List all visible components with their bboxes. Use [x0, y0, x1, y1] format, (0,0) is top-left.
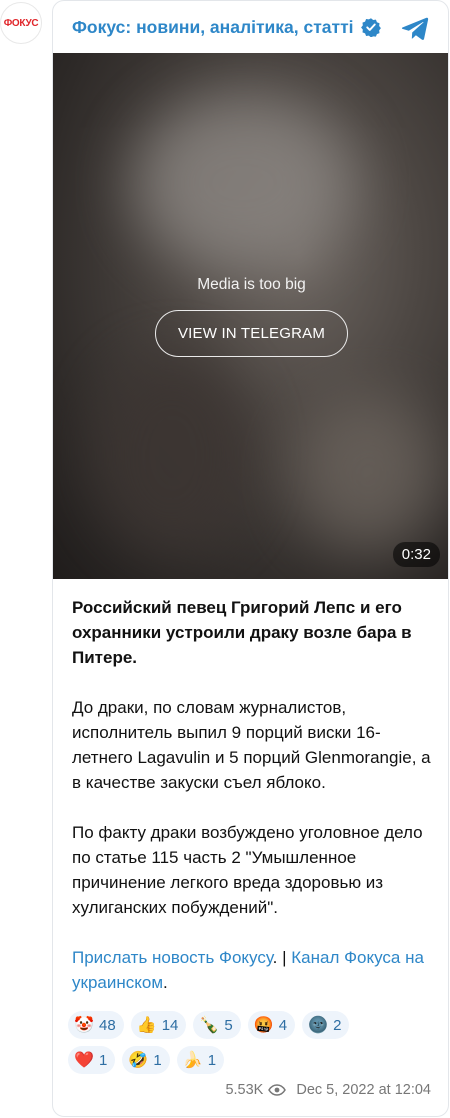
media-too-big-note: Media is too big — [197, 276, 306, 293]
post-headline: Российский певец Григорий Лепс и его охр… — [72, 598, 412, 667]
view-in-telegram-button[interactable]: VIEW IN TELEGRAM — [155, 310, 348, 357]
reactions-row: 🤡 48 👍 14 🍾 5 🤬 4 🌚 2 — [68, 1011, 438, 1039]
reaction-count: 4 — [278, 1016, 288, 1034]
reaction-rofl[interactable]: 🤣 1 — [122, 1046, 170, 1074]
reaction-count: 14 — [161, 1016, 179, 1034]
blurred-background-shade — [93, 353, 253, 553]
post-header: Фокус: новини, аналітика, статті — [53, 1, 448, 53]
channel-link-prefix: Канал — [291, 948, 345, 967]
reaction-count: 48 — [99, 1016, 116, 1034]
post-links: Прислать новость Фокусу. | Канал Фокуса … — [72, 945, 437, 995]
thumbs-up-emoji-icon: 👍 — [136, 1017, 157, 1034]
reaction-champagne[interactable]: 🍾 5 — [193, 1011, 241, 1039]
reaction-new-moon[interactable]: 🌚 2 — [302, 1011, 350, 1039]
post-footer: 5.53K Dec 5, 2022 at 12:04 — [225, 1082, 431, 1098]
telegram-icon[interactable] — [400, 13, 430, 43]
reaction-count: 1 — [99, 1051, 108, 1069]
send-news-link-text: Прислать новость — [72, 948, 220, 967]
channel-avatar[interactable]: ФОКУС — [0, 2, 42, 44]
verified-badge-icon — [360, 18, 381, 37]
post-text: Российский певец Григорий Лепс и его охр… — [72, 595, 437, 995]
links-end: . — [163, 973, 168, 992]
post-date-link[interactable]: Dec 5, 2022 at 12:04 — [296, 1082, 431, 1098]
blurred-background-highlight — [293, 393, 443, 553]
reactions-bar: 🤡 48 👍 14 🍾 5 🤬 4 🌚 2 ❤️ 1 🤣 1 🍌 1 — [68, 1011, 438, 1081]
blurred-background — [133, 93, 353, 273]
reactions-row: ❤️ 1 🤣 1 🍌 1 — [68, 1046, 438, 1074]
new-moon-face-emoji-icon: 🌚 — [308, 1017, 329, 1034]
reaction-count: 1 — [207, 1051, 217, 1069]
post-paragraph: До драки, по словам журналистов, исполни… — [72, 698, 431, 792]
reaction-thumbs-up[interactable]: 👍 14 — [130, 1011, 187, 1039]
heart-emoji-icon: ❤️ — [74, 1052, 94, 1069]
angry-face-emoji-icon: 🤬 — [253, 1017, 274, 1034]
eye-icon — [268, 1084, 287, 1096]
post-card: Фокус: новини, аналітика, статті Media i… — [52, 0, 449, 1117]
send-news-link[interactable]: Прислать новость Фокусу — [72, 948, 273, 967]
clown-emoji-icon: 🤡 — [74, 1017, 94, 1034]
reaction-angry[interactable]: 🤬 4 — [247, 1011, 296, 1039]
champagne-emoji-icon: 🍾 — [199, 1017, 220, 1034]
reaction-heart[interactable]: ❤️ 1 — [68, 1046, 116, 1074]
reaction-banana[interactable]: 🍌 1 — [176, 1046, 225, 1074]
reaction-count: 5 — [224, 1016, 233, 1034]
channel-link-italic: Фокуса — [344, 948, 401, 967]
avatar-logo-text: ФОКУС — [3, 17, 39, 29]
reaction-count: 2 — [333, 1016, 342, 1034]
view-count: 5.53K — [225, 1082, 264, 1098]
video-preview[interactable]: Media is too big VIEW IN TELEGRAM 0:32 — [53, 53, 448, 579]
post-paragraph: По факту драки возбуждено уголовное дело… — [72, 823, 423, 917]
send-news-link-italic: Фокусу — [219, 948, 273, 967]
video-duration-badge: 0:32 — [392, 542, 440, 567]
links-separator: . | — [272, 948, 292, 967]
banana-emoji-icon: 🍌 — [182, 1052, 203, 1069]
rofl-emoji-icon: 🤣 — [128, 1052, 149, 1069]
reaction-count: 1 — [153, 1051, 162, 1069]
reaction-clown[interactable]: 🤡 48 — [68, 1011, 124, 1039]
channel-name-link[interactable]: Фокус: новини, аналітика, статті — [72, 17, 354, 38]
